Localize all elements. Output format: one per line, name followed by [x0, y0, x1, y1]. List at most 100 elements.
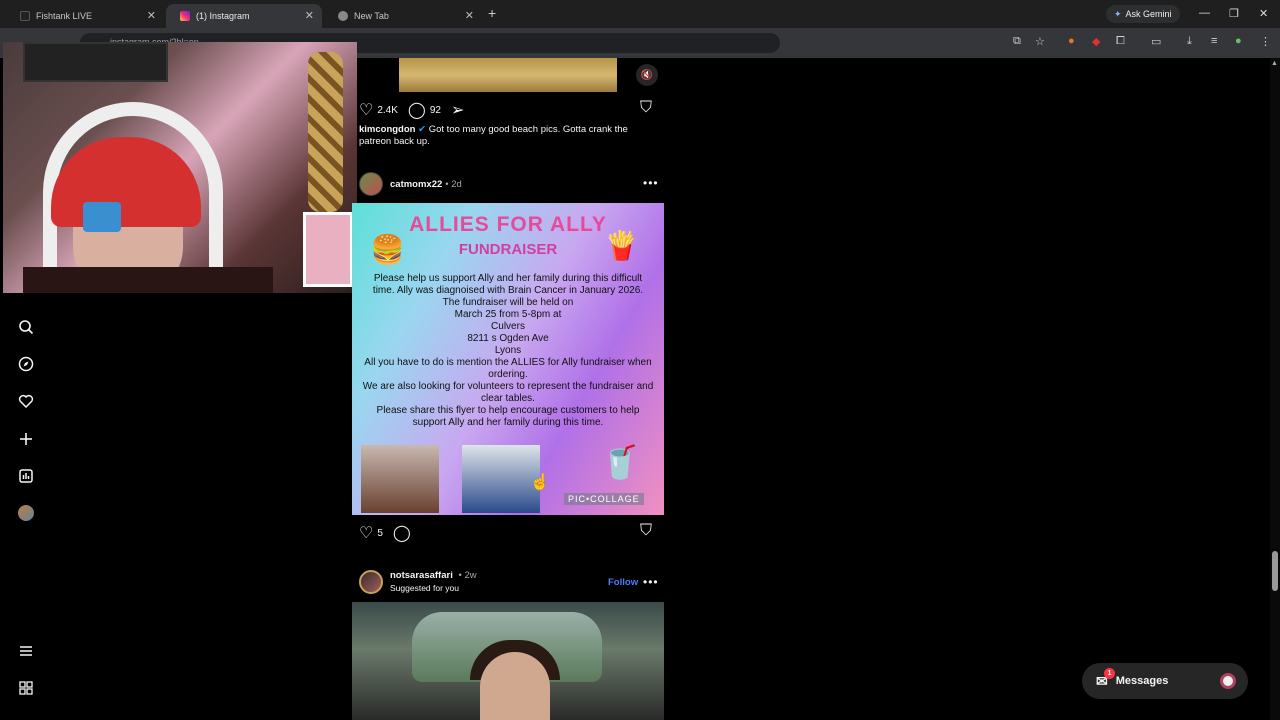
chrome-favicon-icon: [338, 11, 348, 21]
webcam-shirt: [23, 267, 273, 293]
person-face: [480, 652, 550, 720]
tab-title: Fishtank LIVE: [36, 11, 93, 21]
webcam-overlay: [3, 42, 357, 293]
flyer-line: Please share this flyer to help encourag…: [376, 405, 640, 428]
profile-avatar-icon[interactable]: [16, 503, 36, 523]
tab-instagram[interactable]: (1) Instagram ✕: [166, 4, 322, 28]
tab-title: (1) Instagram: [196, 11, 250, 21]
pic-collage-watermark: PIC•COLLAGE: [564, 493, 644, 505]
restore-icon[interactable]: ❐: [1229, 7, 1239, 20]
post-actions: ♡ 5 ◯: [359, 523, 415, 543]
close-window-icon[interactable]: ✕: [1259, 7, 1268, 20]
save-bookmark-icon[interactable]: ⛉: [640, 522, 652, 540]
fishtank-favicon-icon: [20, 11, 30, 21]
extensions-puzzle-icon[interactable]: ⧠: [1116, 35, 1125, 48]
comment-count[interactable]: 92: [430, 105, 441, 116]
more-menu-icon[interactable]: [16, 641, 36, 661]
post-options-icon[interactable]: •••: [643, 575, 659, 589]
post-time: • 2d: [445, 178, 462, 190]
gemini-spark-icon: ✦: [1114, 8, 1122, 19]
tab-fishtank[interactable]: Fishtank LIVE ✕: [6, 4, 164, 28]
cast-icon[interactable]: ⧉: [1013, 35, 1021, 48]
flyer-line: Lyons: [494, 345, 522, 356]
unread-badge: 1: [1104, 667, 1115, 679]
menu-kebab-icon[interactable]: ⋮: [1260, 35, 1271, 48]
tab-new-tab[interactable]: New Tab ✕: [324, 4, 482, 28]
flyer-body: Please help us support Ally and her fami…: [362, 273, 654, 429]
like-count[interactable]: 5: [377, 528, 383, 539]
post-header: notsarasaffari • 2w Suggested for you: [359, 570, 477, 594]
avatar[interactable]: [359, 570, 383, 594]
close-tab-icon[interactable]: ✕: [305, 9, 314, 22]
side-panel-icon[interactable]: ▭: [1151, 35, 1161, 48]
flyer-line: 8211 s Ogden Ave: [467, 333, 549, 344]
scroll-up-icon[interactable]: ▲: [1271, 60, 1278, 67]
webcam-giraffe-plush: [308, 52, 343, 212]
create-plus-icon[interactable]: [16, 429, 36, 449]
minimize-icon[interactable]: —: [1199, 7, 1210, 19]
search-icon[interactable]: [16, 317, 36, 337]
suggested-label: Suggested for you: [390, 583, 459, 593]
like-heart-icon[interactable]: ♡: [359, 523, 373, 543]
mute-icon[interactable]: 🔇: [636, 64, 658, 86]
notifications-heart-icon[interactable]: [16, 391, 36, 411]
post-video[interactable]: [399, 58, 617, 92]
tab-title: New Tab: [354, 11, 389, 21]
comment-icon[interactable]: ◯: [408, 100, 426, 120]
messages-label: Messages: [1115, 675, 1169, 687]
like-count[interactable]: 2.4K: [377, 105, 398, 116]
flyer-line: All you have to do is mention the ALLIES…: [364, 357, 652, 380]
profile-avatar[interactable]: ●: [1235, 35, 1242, 47]
flyer-line: We are also looking for volunteers to re…: [362, 381, 654, 404]
scrollbar-thumb[interactable]: [1272, 551, 1278, 591]
burger-icon: 🍔: [370, 234, 405, 265]
post-image-flyer[interactable]: ALLIES FOR ALLY FUNDRAISER 🍔 🍟 Please he…: [352, 203, 664, 515]
comment-icon[interactable]: ◯: [393, 523, 411, 543]
post-username[interactable]: catmomx22: [390, 179, 442, 190]
explore-compass-icon[interactable]: [16, 354, 36, 374]
drink-cup-icon: 🥤: [600, 444, 640, 480]
webcam-background-frame: [303, 212, 353, 287]
mouse-cursor-icon: ☝: [530, 474, 550, 491]
instagram-favicon-icon: [180, 11, 190, 21]
dashboard-chart-icon[interactable]: [16, 466, 36, 486]
webcam-beanie-patch: [83, 202, 121, 232]
extension-icon[interactable]: ●: [1068, 35, 1075, 47]
ask-gemini-label: Ask Gemini: [1125, 9, 1172, 19]
flyer-line: The fundraiser will be held on: [442, 297, 574, 308]
browser-tab-bar: Fishtank LIVE ✕ (1) Instagram ✕ New Tab …: [0, 0, 1280, 28]
post-username[interactable]: notsarasaffari: [390, 570, 453, 581]
close-tab-icon[interactable]: ✕: [465, 9, 474, 22]
avatar: [1220, 673, 1236, 689]
close-tab-icon[interactable]: ✕: [147, 9, 156, 22]
post-header: catmomx22 • 2d: [359, 172, 462, 196]
download-icon[interactable]: ⤓: [1187, 35, 1192, 48]
flyer-line: Please help us support Ally and her fami…: [372, 273, 644, 296]
share-icon[interactable]: ➢: [451, 100, 464, 120]
post-image[interactable]: [352, 602, 664, 720]
like-heart-icon[interactable]: ♡: [359, 100, 373, 120]
messenger-icon: ✉ 1: [1096, 667, 1115, 690]
messages-button[interactable]: ✉ 1 Messages: [1082, 663, 1248, 699]
media-control-icon[interactable]: ≡: [1211, 35, 1217, 47]
flyer-photo: [462, 445, 540, 513]
flyer-line: March 25 from 5-8pm at: [454, 309, 562, 320]
bookmark-star-icon[interactable]: ☆: [1035, 35, 1045, 48]
extension-icon[interactable]: ◆: [1092, 35, 1100, 48]
post-options-icon[interactable]: •••: [643, 176, 659, 190]
post-actions: ♡ 2.4K ◯ 92 ➢: [359, 100, 468, 120]
save-bookmark-icon[interactable]: ⛉: [640, 99, 652, 117]
post-time: • 2w: [458, 570, 477, 581]
ask-gemini-button[interactable]: ✦ Ask Gemini: [1106, 5, 1180, 23]
webcam-background-monitor: [23, 42, 168, 82]
caption-username[interactable]: kimcongdon: [359, 124, 415, 135]
new-tab-button[interactable]: +: [488, 5, 496, 21]
avatar[interactable]: [359, 172, 383, 196]
flyer-line: Culvers: [491, 321, 525, 332]
also-from-meta-icon[interactable]: [16, 678, 36, 698]
post-caption: kimcongdon ✔ Got too many good beach pic…: [359, 124, 659, 148]
fries-icon: 🍟: [604, 230, 639, 261]
follow-button[interactable]: Follow: [608, 577, 638, 588]
flyer-photo: [361, 445, 439, 513]
page-scrollbar[interactable]: ▲: [1270, 58, 1280, 720]
